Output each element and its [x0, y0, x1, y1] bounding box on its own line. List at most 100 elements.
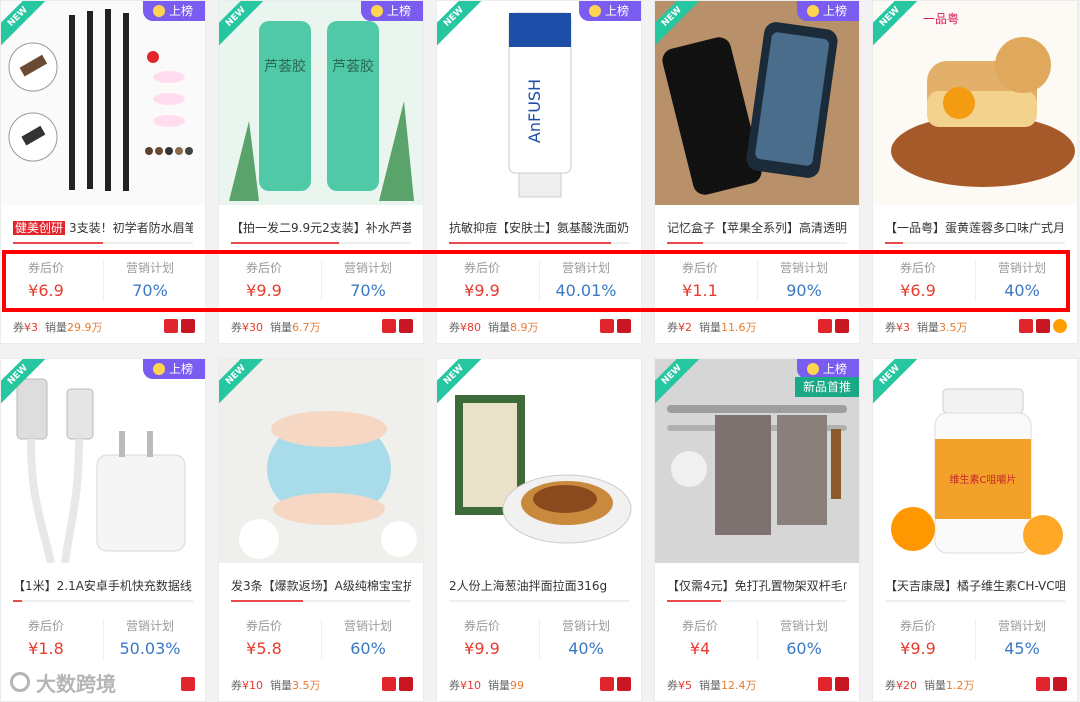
shop-icon[interactable]: [617, 677, 631, 691]
product-card[interactable]: 一品粤 NEW 【一品粤】蛋黄莲蓉多口味广式月饼 券后价 ¥6.9 营销计划 40%…: [872, 0, 1078, 344]
product-image[interactable]: AnFUSH NEW: [437, 1, 641, 205]
product-title[interactable]: 2人份上海葱油拌面拉面316g: [449, 577, 629, 593]
price-block: 券后价 ¥5.8: [219, 617, 309, 658]
sales-progress-bar: [13, 600, 193, 602]
product-image[interactable]: 一品粤 NEW: [873, 1, 1077, 205]
rank-badge: 上榜: [796, 359, 859, 379]
plan-label: 营销计划: [997, 261, 1046, 275]
crown-icon: [806, 5, 819, 17]
tmall-icon[interactable]: [382, 319, 396, 333]
platform-icons: [600, 677, 631, 691]
plan-block: 营销计划 70%: [105, 259, 195, 300]
rank-badge: 上榜: [142, 1, 205, 21]
plan-value: 70%: [350, 281, 386, 300]
product-card[interactable]: NEW 上榜 【1米】2.1A安卓手机快充数据线 券后价 ¥1.8 营销计划 50.…: [0, 358, 206, 702]
product-title[interactable]: 健美创研3支装！初学者防水眉笔...: [13, 219, 193, 235]
shop-icon[interactable]: [1053, 677, 1067, 691]
product-image[interactable]: NEW: [1, 1, 205, 205]
shop-icon[interactable]: [835, 677, 849, 691]
platform-icons: [382, 319, 413, 333]
tmall-icon[interactable]: [181, 677, 195, 691]
sales-progress-bar: [13, 242, 193, 244]
product-title[interactable]: 发3条【爆款返场】A级纯棉宝宝护...: [231, 577, 411, 593]
tmall-icon[interactable]: [600, 677, 614, 691]
tmall-icon[interactable]: [1036, 677, 1050, 691]
price-block: 券后价 ¥9.9: [437, 617, 527, 658]
eyebrow-pencil-image: [8, 9, 193, 191]
coupon-sales-line: 券¥20 销量1.2万: [885, 679, 975, 692]
shop-icon[interactable]: [1036, 319, 1050, 333]
sales-progress-bar: [231, 242, 411, 244]
shop-icon[interactable]: [181, 319, 195, 333]
brand-tag: 健美创研: [13, 221, 66, 235]
crown-icon: [370, 5, 383, 17]
plan-value: 70%: [132, 281, 168, 300]
product-title[interactable]: 【拍一发二9.9元2支装】补水芦荟...: [231, 219, 411, 235]
product-card[interactable]: NEW 发3条【爆款返场】A级纯棉宝宝护... 券后价 ¥5.8 营销计划 60% …: [218, 358, 424, 702]
svg-text:一品粤: 一品粤: [923, 11, 959, 26]
product-card[interactable]: AnFUSH NEW 上榜 抗敏抑痘【安肤士】氨基酸洗面奶... 券后价 ¥9.9…: [436, 0, 642, 344]
plan-block: 营销计划 40.01%: [541, 259, 631, 300]
coupon-sales-line: 券¥3 销量29.9万: [13, 321, 103, 334]
product-image[interactable]: NEW: [219, 359, 423, 563]
phone-case-image: [655, 1, 859, 205]
product-title[interactable]: 【仅需4元】免打孔置物架双杆毛巾...: [667, 577, 847, 593]
platform-icons: [1019, 319, 1067, 333]
tmall-icon[interactable]: [382, 677, 396, 691]
plan-value: 60%: [350, 639, 386, 658]
plan-label: 营销计划: [779, 261, 828, 275]
coupon-sales-line: 券¥30 销量6.7万: [231, 321, 321, 334]
rank-badge: 上榜: [360, 1, 423, 21]
product-title[interactable]: 【1米】2.1A安卓手机快充数据线: [13, 577, 193, 593]
sales-progress-bar: [667, 242, 847, 244]
tmall-icon[interactable]: [600, 319, 614, 333]
sales-progress-fill: [13, 600, 22, 602]
price-label: 券后价: [27, 261, 64, 275]
price-block: 券后价 ¥6.9: [1, 259, 91, 300]
product-grid: NEW 上榜 健美创研3支装！初学者防水眉笔... 券后价 ¥6.9 营销计划 70…: [0, 0, 1080, 702]
product-card[interactable]: 芦荟胶 芦荟胶 NEW 上榜 【拍一发二9.9元2支装】补水芦荟... 券后价 ¥…: [218, 0, 424, 344]
product-image[interactable]: NEW: [437, 359, 641, 563]
shop-icon[interactable]: [835, 319, 849, 333]
plan-value: 40%: [1004, 281, 1040, 300]
tmall-icon[interactable]: [818, 677, 832, 691]
product-card[interactable]: NEW 上榜 健美创研3支装！初学者防水眉笔... 券后价 ¥6.9 营销计划 70…: [0, 0, 206, 344]
product-title[interactable]: 记忆盒子【苹果全系列】高清透明...: [667, 219, 847, 235]
sales-progress-bar: [885, 600, 1065, 602]
product-card[interactable]: 维生素C咀嚼片 NEW 【天吉康晟】橘子维生素CH-VC咀... 券后价 ¥9.9…: [872, 358, 1078, 702]
plan-label: 营销计划: [561, 261, 610, 275]
svg-text:AnFUSH: AnFUSH: [525, 79, 544, 143]
plan-block: 营销计划 40%: [541, 617, 631, 658]
product-title[interactable]: 【天吉康晟】橘子维生素CH-VC咀...: [885, 577, 1065, 593]
sales-progress-bar: [449, 242, 629, 244]
price-block: 券后价 ¥9.9: [219, 259, 309, 300]
shop-icon[interactable]: [399, 319, 413, 333]
coupon-sales-line: 券¥2 销量11.6万: [667, 321, 757, 334]
tmall-icon[interactable]: [164, 319, 178, 333]
product-card[interactable]: NEW 上榜 记忆盒子【苹果全系列】高清透明... 券后价 ¥1.1 营销计划 90…: [654, 0, 860, 344]
crown-icon: [152, 363, 165, 375]
emoji-icon[interactable]: [1053, 319, 1067, 333]
product-card[interactable]: NEW 上榜 新品首推 【仅需4元】免打孔置物架双杆毛巾... 券后价 ¥4 营销…: [654, 358, 860, 702]
product-title[interactable]: 抗敏抑痘【安肤士】氨基酸洗面奶...: [449, 219, 629, 235]
plan-label: 营销计划: [343, 619, 392, 633]
svg-text:芦荟胶: 芦荟胶: [332, 58, 374, 75]
divider: [321, 619, 322, 659]
divider: [103, 261, 104, 301]
tmall-icon[interactable]: [1019, 319, 1033, 333]
coupon-sales-line: 券¥10 销量3.5万: [231, 679, 321, 692]
product-title[interactable]: 【一品粤】蛋黄莲蓉多口味广式月饼: [885, 219, 1065, 235]
product-image[interactable]: 维生素C咀嚼片 NEW: [873, 359, 1077, 563]
shop-icon[interactable]: [617, 319, 631, 333]
coupon-sales-line: 券¥5 销量12.4万: [667, 679, 757, 692]
price-block: 券后价 ¥9.9: [873, 617, 963, 658]
product-image[interactable]: NEW: [1, 359, 205, 563]
product-image[interactable]: NEW: [655, 1, 859, 205]
product-card[interactable]: NEW 2人份上海葱油拌面拉面316g 券后价 ¥9.9 营销计划 40% 券¥10…: [436, 358, 642, 702]
tmall-icon[interactable]: [818, 319, 832, 333]
product-image[interactable]: 芦荟胶 芦荟胶 NEW: [219, 1, 423, 205]
shop-icon[interactable]: [399, 677, 413, 691]
crown-icon: [806, 363, 819, 375]
divider: [757, 261, 758, 301]
price-value: ¥9.9: [246, 281, 282, 300]
